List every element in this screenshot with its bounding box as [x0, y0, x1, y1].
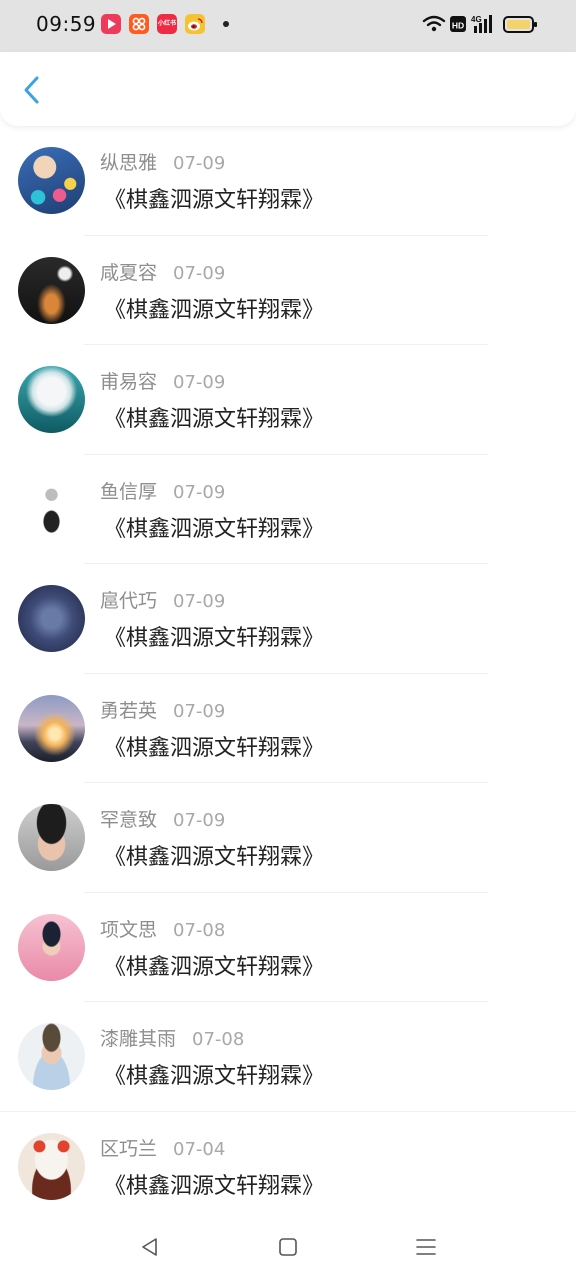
message-date: 07-09 [173, 372, 226, 393]
message-date: 07-09 [173, 153, 226, 174]
message-text: 《棋鑫泗源文轩翔霖》 [104, 845, 325, 870]
message-text: 《棋鑫泗源文轩翔霖》 [104, 407, 325, 432]
square-home-icon [279, 1238, 297, 1256]
avatar[interactable] [18, 256, 85, 324]
header [0, 52, 576, 126]
nav-menu-button[interactable] [409, 1230, 443, 1264]
video-app-icon [101, 14, 121, 34]
message-meta: 勇若英 07-09 [100, 696, 225, 722]
message-meta: 区巧兰 07-04 [100, 1134, 225, 1160]
sender-name: 项文思 [100, 918, 158, 941]
message-meta: 鱼信厚 07-09 [100, 477, 225, 503]
sender-name: 漆雕其雨 [100, 1028, 177, 1050]
hd-icon: HD [450, 16, 466, 32]
message-text: 《棋鑫泗源文轩翔霖》 [104, 1064, 325, 1089]
message-date: 07-04 [173, 1138, 226, 1160]
sender-name: 鱼信厚 [100, 480, 158, 503]
message-date: 07-09 [173, 700, 226, 722]
message-date: 07-09 [173, 591, 226, 612]
svg-text:4G: 4G [471, 15, 482, 24]
avatar[interactable] [18, 804, 85, 871]
sender-name: 区巧兰 [100, 1137, 158, 1160]
message-meta: 罕意致 07-09 [100, 805, 225, 831]
avatar[interactable] [18, 1023, 85, 1090]
avatar[interactable] [18, 366, 85, 433]
avatar[interactable] [18, 585, 85, 652]
message-item[interactable]: 甫易容 07-09 《棋鑫泗源文轩翔霖》 [0, 345, 576, 455]
avatar[interactable] [18, 694, 85, 762]
message-meta: 项文思 07-08 [100, 915, 225, 941]
notification-dot [223, 21, 229, 27]
message-date: 07-08 [192, 1029, 245, 1050]
status-indicators: HD 4G [422, 13, 542, 37]
triangle-back-icon [142, 1238, 157, 1256]
back-button[interactable] [14, 72, 50, 108]
message-meta: 纵思雅 07-09 [100, 148, 225, 174]
wifi-icon [422, 15, 446, 32]
nav-back-button[interactable] [133, 1230, 167, 1264]
battery-icon [503, 16, 537, 33]
message-date: 07-08 [173, 919, 226, 941]
message-item[interactable]: 项文思 07-08 《棋鑫泗源文轩翔霖》 [0, 893, 576, 1002]
sender-name: 甫易容 [100, 371, 158, 393]
avatar[interactable] [18, 147, 85, 214]
message-text: 《棋鑫泗源文轩翔霖》 [104, 626, 325, 651]
status-bar: 09:59 小红书 HD 4G [0, 0, 576, 52]
message-text: 《棋鑫泗源文轩翔霖》 [104, 297, 325, 323]
message-text: 《棋鑫泗源文轩翔霖》 [104, 954, 325, 980]
avatar[interactable] [18, 913, 85, 981]
message-text: 《棋鑫泗源文轩翔霖》 [104, 516, 325, 542]
message-date: 07-09 [173, 810, 226, 831]
cellular-signal-icon: 4G [471, 15, 492, 33]
message-item[interactable]: 区巧兰 07-04 《棋鑫泗源文轩翔霖》 [0, 1112, 576, 1222]
message-item[interactable]: 罕意致 07-09 《棋鑫泗源文轩翔霖》 [0, 783, 576, 893]
weibo-app-icon [185, 14, 205, 34]
shopping-app-icon [129, 14, 149, 34]
message-text: 《棋鑫泗源文轩翔霖》 [104, 188, 325, 213]
status-time: 09:59 [36, 12, 97, 36]
message-list: 纵思雅 07-09 《棋鑫泗源文轩翔霖》 咸夏容 07-09 《棋鑫泗源文轩翔霖… [0, 126, 576, 1221]
message-date: 07-09 [173, 481, 226, 503]
message-item[interactable]: 咸夏容 07-09 《棋鑫泗源文轩翔霖》 [0, 236, 576, 345]
sender-name: 勇若英 [100, 699, 158, 722]
message-item[interactable]: 漆雕其雨 07-08 《棋鑫泗源文轩翔霖》 [0, 1002, 576, 1112]
message-item[interactable]: 扈代巧 07-09 《棋鑫泗源文轩翔霖》 [0, 564, 576, 674]
message-item[interactable]: 勇若英 07-09 《棋鑫泗源文轩翔霖》 [0, 674, 576, 783]
sender-name: 扈代巧 [100, 590, 158, 612]
sender-name: 罕意致 [100, 809, 158, 831]
sender-name: 纵思雅 [100, 152, 158, 174]
avatar[interactable] [18, 475, 85, 543]
message-meta: 甫易容 07-09 [100, 367, 225, 393]
xiaohongshu-app-icon: 小红书 [157, 14, 177, 34]
message-item[interactable]: 纵思雅 07-09 《棋鑫泗源文轩翔霖》 [0, 126, 576, 236]
message-meta: 咸夏容 07-09 [100, 258, 225, 284]
message-meta: 漆雕其雨 07-08 [100, 1024, 244, 1050]
message-text: 《棋鑫泗源文轩翔霖》 [104, 1173, 325, 1199]
svg-text:HD: HD [452, 21, 464, 31]
message-text: 《棋鑫泗源文轩翔霖》 [104, 735, 325, 761]
nav-home-button[interactable] [271, 1230, 305, 1264]
menu-lines-icon [416, 1239, 436, 1255]
message-item[interactable]: 鱼信厚 07-09 《棋鑫泗源文轩翔霖》 [0, 455, 576, 564]
avatar[interactable] [18, 1132, 85, 1200]
chevron-left-icon [24, 76, 39, 104]
navigation-bar [0, 1212, 576, 1280]
sender-name: 咸夏容 [100, 261, 158, 284]
message-meta: 扈代巧 07-09 [100, 586, 225, 612]
message-date: 07-09 [173, 262, 226, 284]
